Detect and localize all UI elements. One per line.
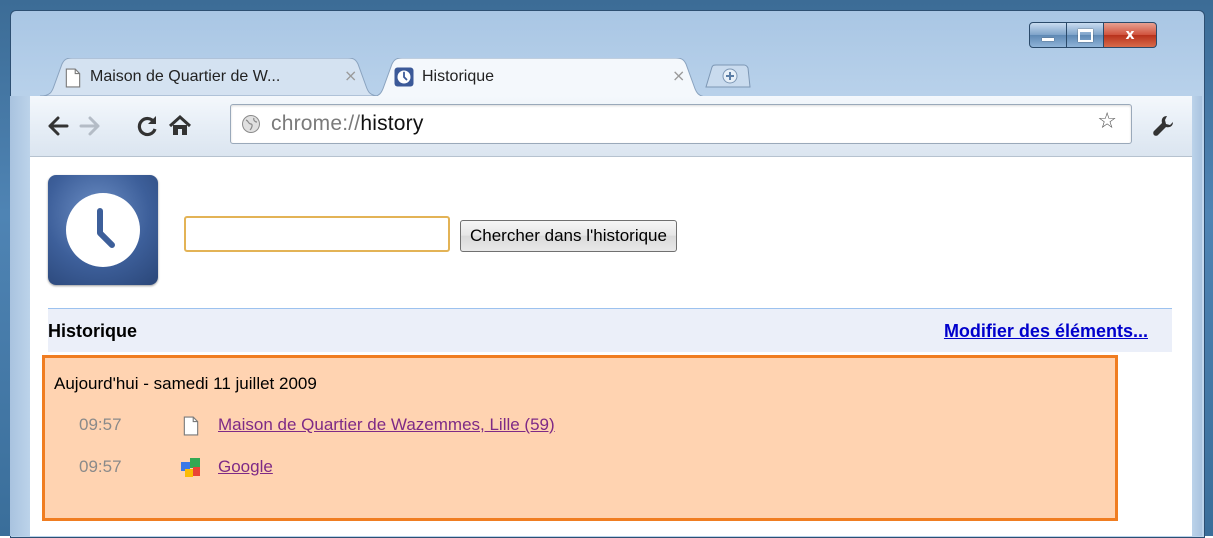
globe-icon	[242, 115, 260, 133]
tab-historique[interactable]: Historique ×	[370, 58, 708, 96]
url-path: history	[360, 112, 424, 135]
clock-icon	[66, 193, 140, 267]
reload-button[interactable]	[133, 112, 161, 140]
url-scheme: chrome://	[271, 112, 361, 135]
history-search-input[interactable]	[184, 216, 450, 252]
maximize-icon	[1077, 28, 1093, 42]
new-tab-button[interactable]	[704, 64, 752, 88]
tab-maison-de-quartier[interactable]: Maison de Quartier de W... ×	[40, 58, 380, 96]
close-window-button[interactable]: x	[1104, 22, 1157, 48]
day-title: Aujourd'hui - samedi 11 juillet 2009	[54, 374, 317, 393]
section-title: Historique	[48, 321, 138, 341]
minimize-button[interactable]	[1029, 22, 1067, 48]
entry-time: 09:57	[79, 457, 122, 476]
forward-button[interactable]	[76, 112, 104, 140]
window-controls: x	[1029, 22, 1157, 50]
wrench-icon	[1153, 116, 1173, 136]
wrench-menu-button[interactable]	[1150, 112, 1178, 140]
tab-title: Historique	[422, 68, 495, 85]
frame-right	[1192, 96, 1202, 536]
url-text: chrome://history	[271, 112, 424, 136]
history-entry: 09:57 Google	[45, 457, 1115, 481]
tab-close-icon[interactable]: ×	[344, 66, 357, 85]
tab-title: Maison de Quartier de W...	[90, 68, 281, 85]
history-icon	[394, 67, 414, 87]
minimize-icon	[1042, 37, 1054, 41]
day-group-today: Aujourd'hui - samedi 11 juillet 2009 09:…	[42, 355, 1118, 521]
entry-time: 09:57	[79, 415, 122, 434]
history-logo	[48, 175, 158, 285]
history-entry: 09:57 Maison de Quartier de Wazemmes, Li…	[45, 415, 1115, 439]
home-button[interactable]	[166, 112, 194, 140]
edit-items-link[interactable]: Modifier des éléments...	[944, 321, 1148, 342]
forward-arrow-icon	[79, 116, 100, 136]
back-arrow-icon	[48, 116, 69, 136]
maximize-button[interactable]	[1067, 22, 1104, 48]
clock-hands	[97, 208, 115, 248]
close-icon: x	[1125, 27, 1135, 43]
history-section-header: Historique Modifier des éléments...	[48, 308, 1172, 352]
search-history-button[interactable]: Chercher dans l'historique	[460, 220, 677, 252]
history-page: Chercher dans l'historique Historique Mo…	[30, 157, 1192, 536]
back-button[interactable]	[44, 112, 72, 140]
toolbar: chrome://history ☆	[30, 96, 1192, 157]
home-icon	[168, 114, 192, 135]
entry-link[interactable]: Google	[218, 457, 273, 477]
google-icon	[181, 458, 200, 477]
page-icon	[183, 416, 199, 436]
frame-left	[10, 96, 30, 536]
address-bar[interactable]: chrome://history ☆	[230, 104, 1132, 144]
tab-close-icon[interactable]: ×	[672, 66, 685, 85]
reload-icon	[137, 116, 157, 137]
page-icon	[65, 68, 81, 88]
entry-link[interactable]: Maison de Quartier de Wazemmes, Lille (5…	[218, 415, 555, 435]
bookmark-star-icon[interactable]: ☆	[1097, 109, 1117, 134]
